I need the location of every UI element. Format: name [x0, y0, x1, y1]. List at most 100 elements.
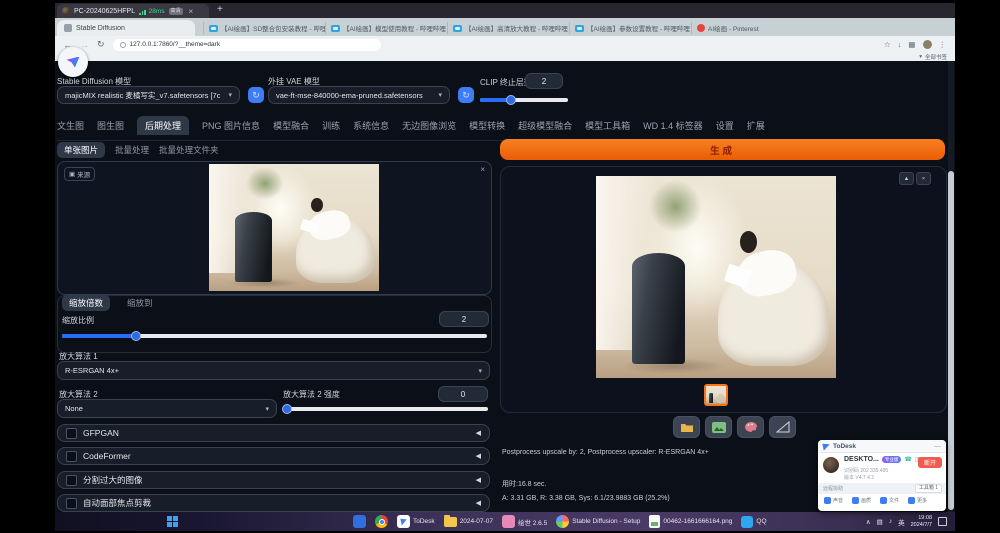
accordion-gfpgan[interactable]: GFPGAN ◀	[57, 424, 490, 442]
tab-png-info[interactable]: PNG 图片信息	[202, 119, 260, 132]
bookmark-star-icon[interactable]: ☆	[884, 40, 891, 49]
upscaler1-dropdown[interactable]: R-ESRGAN 4x+ ▾	[57, 361, 490, 380]
vae-refresh-button[interactable]: ↻	[458, 87, 474, 103]
toolbox-button[interactable]: 工具箱 1	[915, 484, 942, 493]
model-refresh-button[interactable]: ↻	[248, 87, 264, 103]
input-method-indicator[interactable]: 英	[898, 517, 905, 527]
profile-avatar[interactable]	[923, 40, 932, 49]
result-image[interactable]	[596, 176, 836, 378]
fullscreen-icon[interactable]: ▲	[899, 172, 914, 185]
taskbar-app-qq[interactable]: QQ	[741, 516, 766, 528]
reload-icon[interactable]: ↻	[97, 39, 105, 50]
accordion-split-oversized[interactable]: 分割过大的图像 ◀	[57, 471, 490, 489]
address-bar[interactable]: 127.0.0.1:7860/?__theme=dark	[113, 39, 381, 51]
source-image-dropzone[interactable]: ▣ 来源 ×	[57, 161, 492, 295]
tab-model-toolkit[interactable]: 模型工具箱	[585, 119, 630, 132]
close-gallery-icon[interactable]: ×	[916, 172, 931, 185]
split-checkbox[interactable]	[66, 475, 77, 486]
tab-system-info[interactable]: 系统信息	[353, 119, 389, 132]
clip-skip-slider[interactable]	[480, 98, 568, 102]
tab-img2img[interactable]: 图生图	[97, 119, 124, 132]
taskbar-app-huishi[interactable]: 绘世 2.6.5	[502, 515, 547, 528]
tab-wd-tagger[interactable]: WD 1.4 标签器	[643, 119, 703, 132]
remote-session-tab[interactable]: PC-20240625HFPL 28ms 高清 ×	[57, 4, 209, 18]
todesk-floating-ball[interactable]	[58, 47, 88, 77]
browser-tab[interactable]: 【AI绘画】模型使用教程 - 哔哩哔哩	[325, 22, 447, 34]
close-session-icon[interactable]: ×	[189, 7, 194, 16]
browser-menu-icon[interactable]: ⋮	[939, 40, 947, 49]
taskbar-png-file[interactable]: 00462-1661666164.png	[649, 515, 732, 528]
new-session-button[interactable]: +	[217, 4, 223, 15]
action-quality[interactable]: 画质	[852, 497, 871, 504]
page-scrollbar[interactable]	[948, 61, 954, 512]
browser-tab[interactable]: 【AI绘画】参数设置教程 - 哔哩哔哩	[569, 22, 691, 34]
tab-super-merger[interactable]: 超级模型融合	[518, 119, 572, 132]
action-file[interactable]: 文件	[880, 497, 899, 504]
generate-button[interactable]: 生成	[500, 139, 945, 160]
upscaler2-dropdown[interactable]: None ▾	[57, 399, 277, 418]
tab-scale-by[interactable]: 缩放倍数	[62, 295, 110, 311]
extensions-icon[interactable]: ▦	[908, 40, 915, 49]
browser-tab[interactable]: 【AI绘画】SD整合包安装教程 - 哔哩哔哩	[203, 22, 325, 34]
subtab-batch-folder[interactable]: 批量处理文件夹	[159, 144, 219, 156]
accordion-auto-face-crop[interactable]: 自动面部焦点剪裁 ◀	[57, 494, 490, 512]
tab-train[interactable]: 训练	[322, 119, 340, 132]
vae-dropdown[interactable]: vae-ft-mse-840000-ema-pruned.safetensors…	[268, 86, 450, 104]
action-more[interactable]: 更多	[908, 497, 927, 504]
subtab-single-image[interactable]: 单张图片	[57, 142, 105, 158]
notification-center-icon[interactable]	[938, 517, 947, 526]
voice-call-icon[interactable]: ☎	[904, 456, 911, 463]
save-image-button[interactable]	[705, 416, 732, 438]
source-chip-label: 来源	[77, 169, 90, 179]
taskbar-app-sd-setup[interactable]: Stable Diffusion - Setup	[556, 515, 640, 528]
tab-model-converter[interactable]: 模型转换	[469, 119, 505, 132]
tab-settings[interactable]: 设置	[716, 119, 734, 132]
browser-tab[interactable]: AI绘画 - Pinterest	[691, 22, 813, 34]
gallery-thumbnail-selected[interactable]	[704, 384, 728, 406]
tab-scale-to[interactable]: 缩放到	[120, 295, 160, 311]
tab-extensions[interactable]: 扩展	[747, 119, 765, 132]
browser-tab-title: 【AI绘画】模型使用教程 - 哔哩哔哩	[343, 23, 446, 33]
start-button[interactable]	[167, 516, 178, 527]
tray-volume-icon[interactable]: ♪	[889, 518, 892, 525]
source-chip[interactable]: ▣ 来源	[64, 167, 95, 181]
upscaler2-strength-value[interactable]: 0	[438, 386, 488, 402]
send-to-extras-button[interactable]	[737, 416, 764, 438]
clip-skip-value[interactable]: 2	[525, 73, 563, 89]
accordion-codeformer[interactable]: CodeFormer ◀	[57, 447, 490, 465]
face-crop-checkbox[interactable]	[66, 498, 77, 509]
site-info-icon[interactable]	[120, 42, 126, 48]
clear-image-icon[interactable]: ×	[480, 165, 485, 174]
subtab-batch-process[interactable]: 批量处理	[115, 144, 149, 156]
upscaler2-strength-slider[interactable]	[283, 407, 488, 411]
all-bookmarks-button[interactable]: ▾ 全部书签	[919, 53, 947, 61]
tray-network-icon[interactable]: ▤	[877, 518, 883, 526]
download-icon[interactable]: ↓	[898, 40, 902, 49]
scrollbar-thumb[interactable]	[948, 171, 954, 510]
tray-expand-icon[interactable]: ∧	[866, 518, 871, 526]
gfpgan-checkbox[interactable]	[66, 428, 77, 439]
taskbar-app-todesk[interactable]: ToDesk	[397, 515, 435, 528]
tab-image-browser[interactable]: 无边图像浏览	[402, 119, 456, 132]
resize-tool-button[interactable]	[769, 416, 796, 438]
resize-value[interactable]: 2	[439, 311, 489, 327]
action-sound[interactable]: 声音	[824, 497, 843, 504]
source-image[interactable]	[209, 164, 379, 291]
forward-icon[interactable]: →	[80, 40, 89, 50]
tab-txt2img[interactable]: 文生图	[57, 119, 84, 132]
taskbar-folder[interactable]: 2024-07-07	[444, 517, 493, 527]
taskbar-app-chrome[interactable]	[375, 515, 388, 528]
browser-tab[interactable]: 【AI绘画】高清放大教程 - 哔哩哔哩	[447, 22, 569, 34]
browser-tab-active[interactable]: Stable Diffusion	[57, 20, 195, 36]
resize-slider[interactable]	[62, 334, 487, 338]
disconnect-button[interactable]: 断开	[918, 457, 942, 468]
taskbar-app-widgets[interactable]	[353, 515, 366, 528]
open-folder-button[interactable]	[673, 416, 700, 438]
codeformer-checkbox[interactable]	[66, 451, 77, 462]
tab-extras-active[interactable]: 后期处理	[137, 116, 189, 135]
model-dropdown[interactable]: majicMIX realistic 麦橘写实_v7.safetensors […	[57, 86, 240, 104]
todesk-popup-titlebar[interactable]: ToDesk —	[818, 440, 946, 453]
taskbar-clock[interactable]: 19:08 2024/7/7	[911, 515, 932, 529]
minimize-icon[interactable]: —	[934, 443, 941, 450]
tab-checkpoint-merger[interactable]: 模型融合	[273, 119, 309, 132]
